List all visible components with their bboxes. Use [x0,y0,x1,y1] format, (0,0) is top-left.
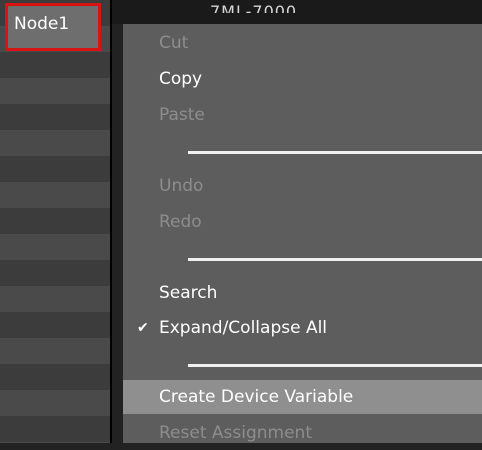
menu-item-redo[interactable]: Redo [123,205,482,239]
checkmark-icon: ✔ [137,320,149,336]
menu-separator [188,151,482,154]
menu-item-create-device-variable[interactable]: Create Device Variable [123,380,482,414]
menu-item-search[interactable]: Search [123,276,482,310]
menu-item-expand-collapse-all[interactable]: ✔ Expand/Collapse All [123,311,482,345]
menu-item-undo[interactable]: Undo [123,169,482,203]
tree-node-partial: 7ML-7000 [210,2,298,13]
menu-item-cut[interactable]: Cut [123,26,482,60]
menu-separator [188,364,482,367]
context-menu: Cut Copy Paste Undo Redo Search ✔ Expand… [123,24,482,443]
menu-item-paste[interactable]: Paste [123,98,482,132]
tree-node-node1[interactable]: Node1 [5,3,101,51]
menu-item-label: Expand/Collapse All [159,318,328,338]
tree-panel: Node1 [0,0,110,443]
menu-separator [188,258,482,261]
panel-divider [110,0,112,443]
menu-item-reset-assignment[interactable]: Reset Assignment [123,416,482,450]
menu-item-copy[interactable]: Copy [123,62,482,96]
